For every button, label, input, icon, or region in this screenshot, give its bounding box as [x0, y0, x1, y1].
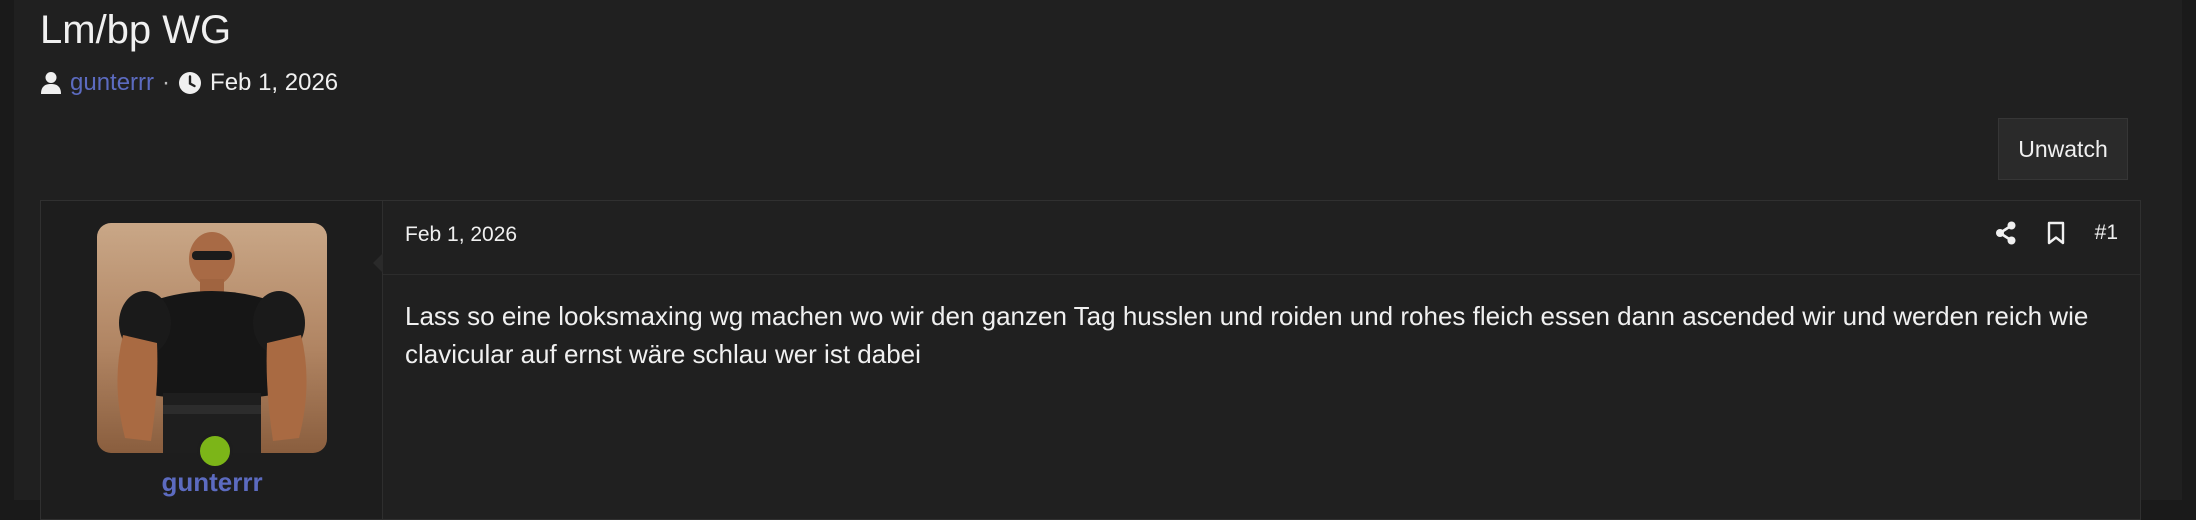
post-arrow [373, 253, 383, 273]
post-body: Lass so eine looksmaxing wg machen wo wi… [405, 301, 2089, 369]
thread-page: Lm/bp WG gunterrr · Feb 1, 2026 Unwatch [14, 0, 2182, 520]
thread-author-link[interactable]: gunterrr [70, 69, 154, 97]
post-number-link[interactable]: #1 [2095, 221, 2118, 245]
share-icon[interactable] [1995, 221, 2017, 245]
meta-separator: · [162, 69, 171, 96]
bookmark-icon[interactable] [2047, 221, 2065, 245]
thread-meta: gunterrr · Feb 1, 2026 [40, 66, 338, 100]
post-date[interactable]: Feb 1, 2026 [405, 223, 517, 247]
user-icon [40, 71, 62, 95]
post-actions: #1 [1995, 221, 2118, 245]
online-status-indicator [197, 433, 233, 469]
thread-title: Lm/bp WG [40, 8, 232, 52]
post-username[interactable]: gunterrr [41, 467, 383, 498]
clock-icon [178, 71, 202, 95]
post-header: Feb 1, 2026 #1 [383, 201, 2140, 275]
unwatch-button[interactable]: Unwatch [1998, 118, 2128, 180]
post-article: gunterrr Feb 1, 2026 #1 Lass so eine loo… [40, 200, 2141, 520]
post-user-column: gunterrr [41, 201, 383, 519]
avatar[interactable] [97, 223, 327, 453]
thread-date[interactable]: Feb 1, 2026 [210, 69, 338, 97]
